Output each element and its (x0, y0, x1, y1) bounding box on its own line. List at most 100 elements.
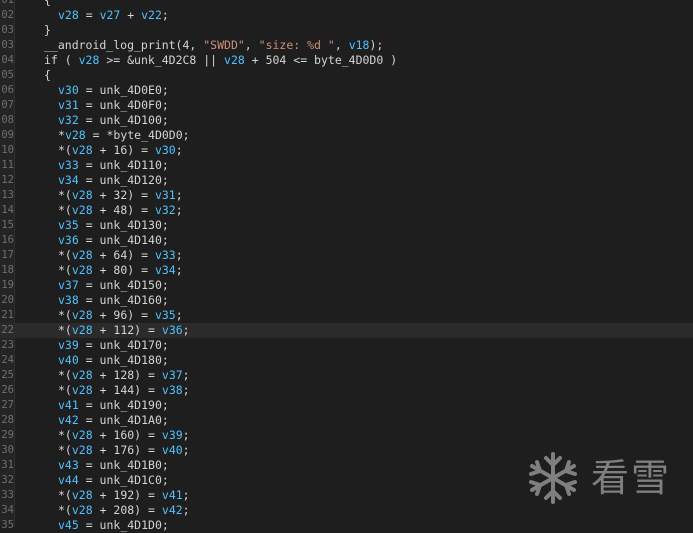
code-token: *( (58, 188, 72, 202)
code-line[interactable]: 09 *v28 = *byte_4D0D0; (0, 128, 693, 143)
code-token: } (44, 23, 51, 37)
code-token: ; (182, 383, 190, 397)
code-line[interactable]: 15 v35 = unk_4D130; (0, 218, 693, 233)
code-line[interactable]: 24 v40 = unk_4D180; (0, 353, 693, 368)
line-number: 03 (1, 24, 14, 36)
code-line[interactable]: 18 *(v28 + 80) = v34; (0, 263, 693, 278)
code-line[interactable]: 35 v45 = unk_4D1D0; (0, 518, 693, 533)
code-token: *( (58, 323, 72, 337)
variable-token: v44 (58, 473, 79, 487)
line-number: 29 (1, 429, 14, 441)
code-token: = *byte_4D0D0; (85, 128, 190, 142)
code-token: = unk_4D1C0; (78, 473, 169, 487)
code-line[interactable]: 02 v28 = v27 + v22; (0, 8, 693, 23)
variable-token: v42 (161, 503, 183, 517)
code-line[interactable]: 01 { (0, 0, 693, 8)
code-token: = unk_4D100; (78, 113, 169, 127)
code-line[interactable]: 11 v33 = unk_4D110; (0, 158, 693, 173)
code-line[interactable]: 05 { (0, 68, 693, 83)
line-number: 10 (1, 144, 14, 156)
code-text: *(v28 + 208) = v42; (58, 503, 190, 518)
code-line[interactable]: 03 __android_log_print(4, "SWDD", "size: … (0, 38, 693, 53)
line-number: 22 (1, 324, 14, 336)
variable-token: v18 (348, 38, 370, 52)
code-text: *(v28 + 176) = v40; (58, 443, 190, 458)
line-number: 12 (1, 174, 14, 186)
code-token: ; (175, 203, 183, 217)
code-line[interactable]: 22 *(v28 + 112) = v36; (0, 323, 693, 338)
code-text: { (44, 68, 51, 83)
code-token: >= &unk_4D2C8 || (99, 53, 225, 67)
variable-token: v38 (58, 293, 79, 307)
code-line[interactable]: 13 *(v28 + 32) = v31; (0, 188, 693, 203)
snowflake-icon (529, 452, 577, 504)
variable-token: v41 (161, 488, 183, 502)
code-line[interactable]: 06 v30 = unk_4D0E0; (0, 83, 693, 98)
code-token: + 128) = (92, 368, 162, 382)
code-line[interactable]: 26 *(v28 + 144) = v38; (0, 383, 693, 398)
code-token: = unk_4D0E0; (78, 83, 169, 97)
code-text: if ( v28 >= &unk_4D2C8 || v28 + 504 <= b… (44, 53, 397, 68)
code-line[interactable]: 16 v36 = unk_4D140; (0, 233, 693, 248)
code-line[interactable]: 12 v34 = unk_4D120; (0, 173, 693, 188)
code-text: v31 = unk_4D0F0; (58, 98, 169, 113)
code-token: ; (182, 368, 190, 382)
code-token: if ( (44, 53, 79, 67)
variable-token: v40 (161, 443, 183, 457)
line-number: 15 (1, 219, 14, 231)
code-line[interactable]: 04 if ( v28 >= &unk_4D2C8 || v28 + 504 <=… (0, 53, 693, 68)
variable-token: v33 (58, 158, 79, 172)
variable-token: v28 (71, 503, 93, 517)
code-line[interactable]: 07 v31 = unk_4D0F0; (0, 98, 693, 113)
variable-token: v36 (161, 323, 183, 337)
variable-token: v28 (224, 53, 245, 67)
code-line[interactable]: 20 v38 = unk_4D160; (0, 293, 693, 308)
code-line[interactable]: 27 v41 = unk_4D190; (0, 398, 693, 413)
code-text: *(v28 + 160) = v39; (58, 428, 190, 443)
code-token: = unk_4D130; (78, 218, 169, 232)
code-text: __android_log_print(4, "SWDD", "size: %d… (44, 38, 383, 53)
code-token: + 176) = (92, 443, 162, 457)
code-text: *(v28 + 32) = v31; (58, 188, 183, 203)
code-text: *(v28 + 80) = v34; (58, 263, 183, 278)
code-token: = unk_4D170; (78, 338, 169, 352)
code-line[interactable]: 28 v42 = unk_4D1A0; (0, 413, 693, 428)
variable-token: v32 (58, 113, 79, 127)
code-text: v41 = unk_4D190; (58, 398, 169, 413)
code-text: *(v28 + 96) = v35; (58, 308, 183, 323)
code-text: v36 = unk_4D140; (58, 233, 169, 248)
code-line[interactable]: 10 *(v28 + 16) = v30; (0, 143, 693, 158)
code-line[interactable]: 14 *(v28 + 48) = v32; (0, 203, 693, 218)
line-number: 26 (1, 384, 14, 396)
variable-token: v42 (58, 413, 79, 427)
variable-token: v36 (58, 233, 79, 247)
line-number: 27 (1, 399, 14, 411)
code-text: v43 = unk_4D1B0; (58, 458, 169, 473)
variable-token: v28 (71, 248, 93, 262)
code-token: + 144) = (92, 383, 162, 397)
code-line[interactable]: 19 v37 = unk_4D150; (0, 278, 693, 293)
code-line[interactable]: 21 *(v28 + 96) = v35; (0, 308, 693, 323)
code-line[interactable]: 23 v39 = unk_4D170; (0, 338, 693, 353)
code-line[interactable]: 29 *(v28 + 160) = v39; (0, 428, 693, 443)
code-token: , (244, 38, 259, 52)
code-token: ; (161, 8, 169, 22)
code-token: *( (58, 308, 72, 322)
code-token: + 112) = (92, 323, 162, 337)
variable-token: v37 (58, 278, 79, 292)
code-line[interactable]: 03} (0, 23, 693, 38)
watermark-text: 看雪 (591, 456, 672, 500)
watermark: 看雪 (525, 448, 690, 508)
variable-token: v38 (161, 383, 183, 397)
code-token: __android_log_print(4, (44, 38, 204, 52)
code-token: + 80) = (92, 263, 155, 277)
code-line[interactable]: 25 *(v28 + 128) = v37; (0, 368, 693, 383)
code-token: = unk_4D1B0; (78, 458, 169, 472)
line-number: 24 (1, 354, 14, 366)
code-line[interactable]: 17 *(v28 + 64) = v33; (0, 248, 693, 263)
variable-token: v27 (99, 8, 121, 22)
line-number: 19 (1, 279, 14, 291)
code-line[interactable]: 08 v32 = unk_4D100; (0, 113, 693, 128)
code-token: ; (182, 503, 190, 517)
code-text: *(v28 + 144) = v38; (58, 383, 190, 398)
